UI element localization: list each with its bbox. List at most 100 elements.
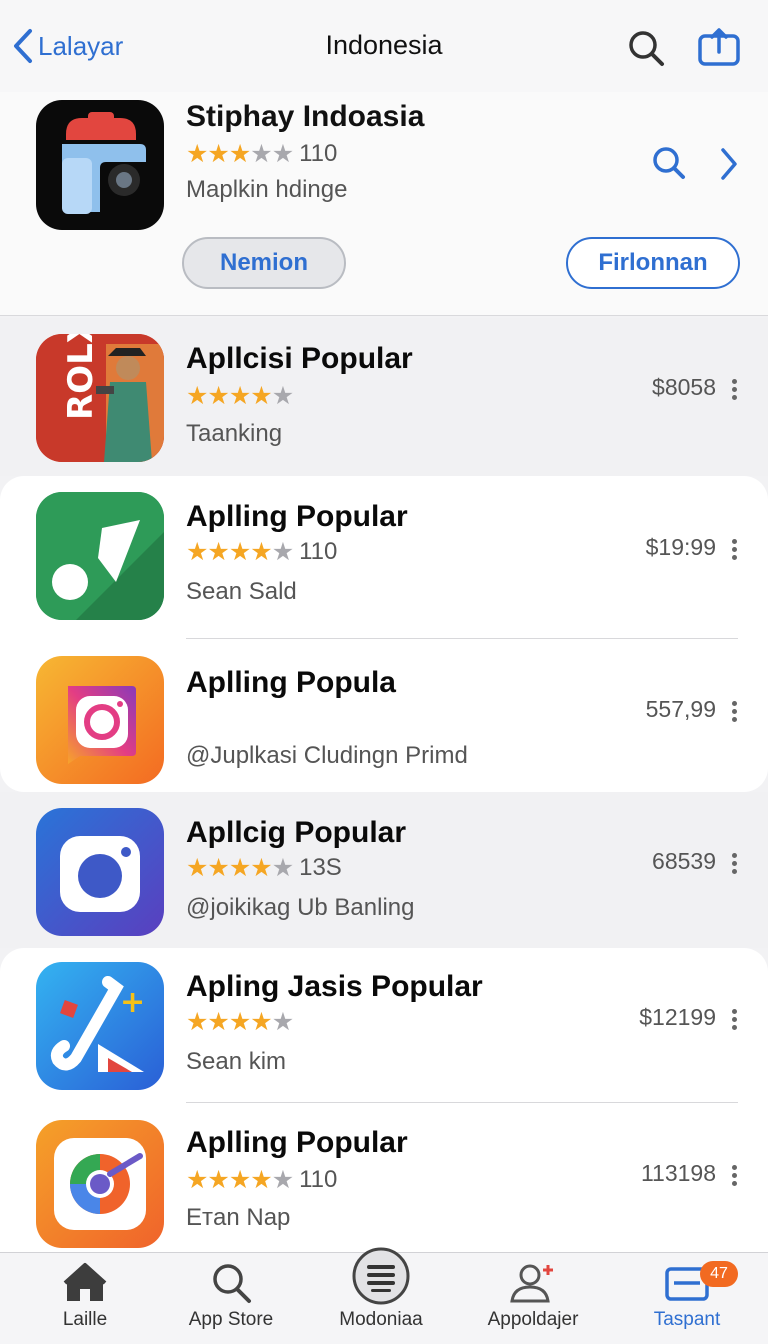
- app-rating: ★ ★ ★ ★ ★ 110: [186, 538, 337, 566]
- app-price[interactable]: $12199: [639, 1004, 716, 1031]
- app-name: Apllcig Popular: [186, 816, 407, 849]
- rating-count: 110: [299, 140, 338, 167]
- list-item[interactable]: ROLX Apllcisi Popular ★ ★ ★ ★ ★ Taanking $80…: [0, 318, 768, 476]
- list-icon: [352, 1247, 410, 1310]
- star-icon: ★: [250, 139, 272, 168]
- featured-card: + Apling Jasis Popular ★ ★ ★ ★ ★ Sean kim $1…: [0, 948, 768, 1268]
- tab-home[interactable]: Laille: [10, 1253, 160, 1344]
- app-rating: ★ ★ ★ ★ ★ 110: [186, 1166, 337, 1194]
- app-price[interactable]: 557,99: [646, 696, 716, 723]
- more-options-icon[interactable]: [732, 698, 738, 725]
- list-item[interactable]: Aplling Popula @Juplkasi Cludingn Primd …: [0, 640, 768, 792]
- app-name: Aplling Popular: [186, 500, 408, 533]
- star-icon: ★: [250, 853, 272, 882]
- star-icon: ★: [271, 1165, 294, 1194]
- app-rating: ★ ★ ★ ★ ★ 13S: [186, 854, 342, 882]
- featured-app-name[interactable]: Stiphay Indoasia: [186, 100, 424, 134]
- app-price[interactable]: $19:99: [646, 534, 716, 561]
- more-options-icon[interactable]: [732, 536, 738, 563]
- app-subtitle: @Juplkasi Cludingn Primd: [186, 742, 468, 769]
- tab-label: Taspant: [653, 1309, 721, 1330]
- tab-appoldajer[interactable]: Appoldajer: [458, 1253, 608, 1344]
- design-tools-icon: +: [36, 962, 164, 1090]
- tab-bar: Laille App Store Modoniaa Appoldajer 47 …: [0, 1247, 768, 1344]
- star-icon: ★: [207, 382, 229, 410]
- star-icon: ★: [186, 139, 208, 168]
- app-subtitle: @joikikag Ub Banling: [186, 894, 415, 921]
- star-icon: ★: [186, 853, 208, 882]
- list-item[interactable]: Aplling Popular ★ ★ ★ ★ ★ 110 Sean Sald $19:…: [0, 476, 768, 636]
- app-price[interactable]: 113198: [641, 1160, 716, 1187]
- primary-action-button[interactable]: Firlonnan: [566, 237, 740, 289]
- tab-modoniaa[interactable]: Modoniaa: [306, 1247, 456, 1344]
- list-item[interactable]: + Apling Jasis Popular ★ ★ ★ ★ ★ Sean kim $1…: [0, 948, 768, 1102]
- star-icon: ★: [250, 1165, 272, 1194]
- tab-app-store[interactable]: App Store: [156, 1253, 306, 1344]
- star-icon: ★: [228, 537, 251, 566]
- star-rating: ★ ★ ★ ★ ★: [186, 382, 294, 410]
- featured-app-subtitle: Maplkin hdinge: [186, 176, 348, 203]
- tab-label: Modoniaa: [339, 1309, 423, 1330]
- star-icon: ★: [228, 382, 251, 410]
- app-name: Apllcisi Popular: [186, 342, 413, 375]
- featured-app: Stiphay Indoasia ★ ★ ★ ★ ★ 110 Maplkin hding…: [0, 92, 768, 316]
- tab-label: App Store: [188, 1309, 274, 1330]
- app-name: Aplling Popula: [186, 666, 396, 699]
- svg-text:+: +: [120, 985, 145, 1020]
- app-subtitle: Sean Sald: [186, 578, 297, 605]
- rating-count: 110: [299, 1166, 338, 1193]
- more-options-icon[interactable]: [732, 376, 738, 403]
- featured-search-button[interactable]: [650, 144, 688, 187]
- star-icon: ★: [207, 853, 229, 882]
- star-rating: ★ ★ ★ ★ ★: [186, 1165, 294, 1194]
- app-rating: ★ ★ ★ ★ ★: [186, 1008, 294, 1036]
- app-price[interactable]: 68539: [652, 848, 716, 875]
- secondary-action-button[interactable]: Nemion: [182, 237, 346, 289]
- search-button[interactable]: [626, 28, 666, 73]
- star-icon: ★: [207, 139, 229, 168]
- star-icon: ★: [271, 382, 294, 410]
- app-price[interactable]: $8058: [652, 374, 716, 401]
- star-icon: ★: [228, 853, 251, 882]
- star-icon: ★: [271, 537, 294, 566]
- star-rating: ★ ★ ★ ★ ★: [186, 537, 294, 566]
- featured-app-icon[interactable]: [36, 100, 164, 230]
- user-add-icon: [508, 1261, 558, 1310]
- featured-next-button[interactable]: [718, 146, 740, 187]
- tab-label: Appoldajer: [487, 1309, 579, 1330]
- tab-taspant[interactable]: 47 Taspant: [612, 1253, 762, 1344]
- star-icon: ★: [250, 537, 272, 566]
- tab-label: Laille: [62, 1309, 108, 1330]
- more-options-icon[interactable]: [732, 1006, 738, 1033]
- search-icon: [629, 31, 664, 66]
- more-options-icon[interactable]: [732, 850, 738, 877]
- more-options-icon[interactable]: [732, 1162, 738, 1189]
- featured-card: Aplling Popular ★ ★ ★ ★ ★ 110 Sean Sald $19:…: [0, 476, 768, 792]
- camera-icon: [36, 808, 164, 936]
- star-icon: ★: [186, 1165, 208, 1194]
- home-icon: [63, 1261, 107, 1310]
- star-icon: ★: [271, 853, 294, 882]
- svg-text:ROLX: ROLX: [61, 334, 101, 420]
- roblox-style-icon: ROLX: [36, 334, 164, 462]
- star-icon: ★: [271, 1008, 294, 1036]
- star-icon: ★: [186, 382, 208, 410]
- app-subtitle: Sean kim: [186, 1048, 287, 1075]
- chevron-right-icon: [721, 148, 737, 180]
- share-button[interactable]: [696, 26, 742, 73]
- divider: [186, 638, 738, 639]
- rating-count: 110: [299, 538, 338, 565]
- star-icon: ★: [271, 139, 294, 168]
- navigation-bar: Lalayar Indonesia: [0, 0, 768, 92]
- star-rating: ★ ★ ★ ★ ★: [186, 1008, 294, 1036]
- star-icon: ★: [250, 382, 272, 410]
- app-subtitle: Eтan Nap: [186, 1204, 291, 1231]
- share-icon: [698, 28, 740, 66]
- music-note-icon: [36, 492, 164, 620]
- list-item[interactable]: Apllcig Popular ★ ★ ★ ★ ★ 13S @joikikag Ub B…: [0, 792, 768, 948]
- list-item[interactable]: Aplling Popular ★ ★ ★ ★ ★ 110 Eтan Nap 11319…: [0, 1104, 768, 1254]
- featured-rating: ★ ★ ★ ★ ★ 110: [186, 140, 337, 168]
- star-icon: ★: [228, 139, 251, 168]
- star-icon: ★: [186, 537, 208, 566]
- star-icon: ★: [250, 1008, 272, 1036]
